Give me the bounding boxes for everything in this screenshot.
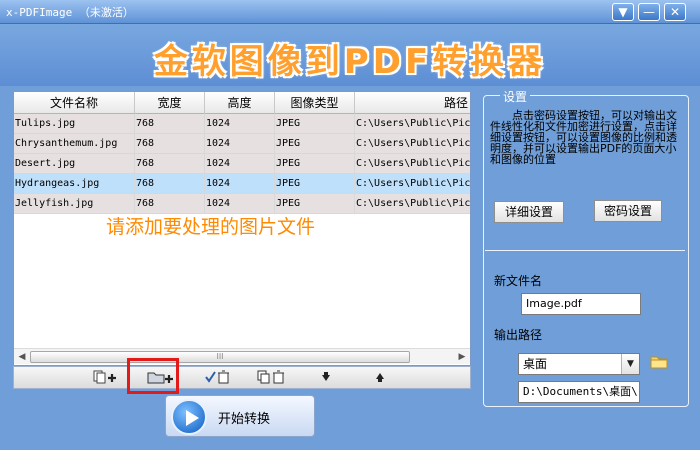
password-settings-button[interactable]: 密码设置 (594, 200, 662, 222)
close-button[interactable]: ✕ (664, 3, 686, 21)
new-filename-label: 新文件名 (494, 274, 543, 288)
cell-filename: Jellyfish.jpg (14, 194, 135, 214)
remove-all-button[interactable] (252, 369, 292, 387)
play-icon (171, 399, 207, 435)
scrollbar-thumb[interactable]: III (30, 351, 410, 363)
app-banner: 金软图像到PDF转换器 (0, 24, 700, 86)
title-bar: x-PDFImage （未激活） ▼ — ✕ (0, 0, 700, 24)
column-header-filename[interactable]: 文件名称 (14, 92, 135, 114)
cell-path: C:\Users\Public\Pic (356, 198, 470, 209)
banner-title: 金软图像到PDF转换器 (153, 42, 547, 82)
cell-image-type: JPEG (275, 114, 355, 134)
table-row[interactable]: Chrysanthemum.jpg 768 1024 JPEG C:\Users… (14, 134, 470, 154)
cell-path: C:\Users\Public\Pic (356, 118, 470, 129)
cell-path: C:\Users\Public\Pic (356, 178, 470, 189)
file-toolbar (13, 366, 471, 389)
detail-settings-button[interactable]: 详细设置 (494, 201, 564, 223)
output-path-selected: 桌面 (523, 357, 548, 371)
empty-hint-text: 请添加要处理的图片文件 (106, 216, 316, 238)
cell-width: 768 (135, 194, 205, 214)
settings-divider (485, 250, 685, 251)
cell-path: C:\Users\Public\Pic (356, 158, 470, 169)
restore-button[interactable]: — (638, 3, 660, 21)
column-header-height[interactable]: 高度 (205, 92, 275, 114)
cell-image-type: JPEG (275, 174, 355, 194)
table-row[interactable]: Jellyfish.jpg 768 1024 JPEG C:\Users\Pub… (14, 194, 470, 214)
cell-width: 768 (135, 174, 205, 194)
cell-image-type: JPEG (275, 134, 355, 154)
output-path-input[interactable]: D:\Documents\桌面\ (518, 381, 640, 403)
remove-selected-icon (205, 370, 229, 384)
cell-width: 768 (135, 154, 205, 174)
move-down-button[interactable] (306, 369, 346, 387)
output-path-label: 输出路径 (494, 328, 543, 342)
add-file-icon (93, 370, 116, 384)
remove-all-icon (257, 370, 284, 384)
cell-filename: Chrysanthemum.jpg (14, 134, 135, 154)
start-convert-button[interactable]: 开始转换 (165, 395, 315, 437)
table-row[interactable]: Desert.jpg 768 1024 JPEG C:\Users\Public… (14, 154, 470, 174)
cell-filename: Desert.jpg (14, 154, 135, 174)
scroll-right-icon[interactable]: ▶ (454, 349, 470, 365)
cell-filename: Hydrangeas.jpg (14, 174, 135, 194)
move-down-icon (322, 372, 330, 381)
output-path-select[interactable]: 桌面 ▼ (518, 353, 640, 375)
cell-width: 768 (135, 114, 205, 134)
move-up-icon (376, 373, 384, 382)
cell-image-type: JPEG (275, 154, 355, 174)
add-folder-highlight-box (127, 358, 179, 394)
remove-selected-button[interactable] (198, 369, 238, 387)
table-row-selected[interactable]: Hydrangeas.jpg 768 1024 JPEG C:\Users\Pu… (14, 174, 470, 194)
start-convert-label: 开始转换 (218, 412, 271, 427)
settings-group-title: 设置 (500, 88, 531, 105)
table-row[interactable]: Tulips.jpg 768 1024 JPEG C:\Users\Public… (14, 114, 470, 134)
cell-height: 1024 (205, 134, 275, 154)
horizontal-scrollbar[interactable]: ◀ III ▶ (14, 348, 470, 364)
cell-width: 768 (135, 134, 205, 154)
column-header-image-type[interactable]: 图像类型 (275, 92, 355, 114)
add-file-button[interactable] (84, 369, 124, 387)
cell-height: 1024 (205, 154, 275, 174)
table-body: Tulips.jpg 768 1024 JPEG C:\Users\Public… (14, 114, 470, 214)
column-header-width[interactable]: 宽度 (135, 92, 205, 114)
browse-folder-icon[interactable] (650, 354, 668, 369)
table-header: 文件名称 宽度 高度 图像类型 路径 (14, 92, 470, 114)
cell-height: 1024 (205, 114, 275, 134)
minimize-button[interactable]: ▼ (612, 3, 634, 21)
settings-description: 点击密码设置按钮，可以对输出文件线性化和文件加密进行设置，点击详细设置按钮，可以… (490, 109, 677, 166)
cell-height: 1024 (205, 194, 275, 214)
cell-height: 1024 (205, 174, 275, 194)
cell-filename: Tulips.jpg (14, 114, 135, 134)
new-filename-input[interactable]: Image.pdf (521, 293, 641, 315)
chevron-down-icon[interactable]: ▼ (621, 354, 639, 374)
window-title: x-PDFImage （未激活） (6, 6, 134, 19)
cell-path: C:\Users\Public\Pic (356, 138, 470, 149)
column-header-path[interactable]: 路径 (355, 92, 470, 114)
cell-image-type: JPEG (275, 194, 355, 214)
move-up-button[interactable] (360, 369, 400, 387)
scroll-left-icon[interactable]: ◀ (14, 349, 30, 365)
